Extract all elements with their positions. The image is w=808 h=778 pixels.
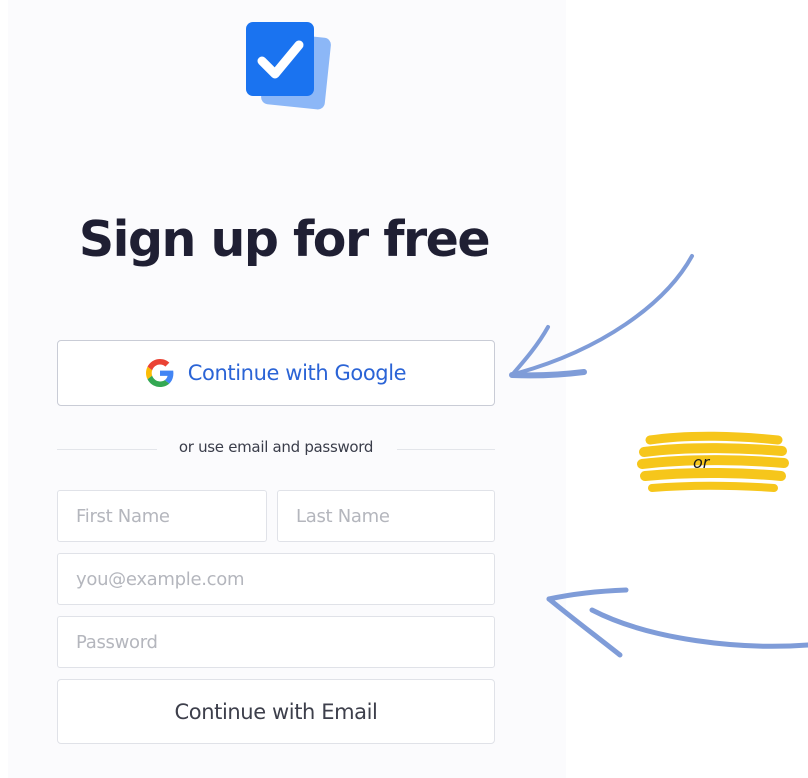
or-annotation-label: or xyxy=(693,453,710,472)
last-name-field[interactable] xyxy=(277,490,495,542)
continue-with-email-button[interactable]: Continue with Email xyxy=(57,679,495,744)
email-field[interactable] xyxy=(57,553,495,605)
continue-with-google-button[interactable]: Continue with Google xyxy=(57,340,495,406)
first-name-field[interactable] xyxy=(57,490,267,542)
password-field[interactable] xyxy=(57,616,495,668)
arrow-to-email-form-icon xyxy=(546,587,808,658)
divider: or use email and password xyxy=(57,437,495,461)
divider-text: or use email and password xyxy=(178,438,374,456)
google-g-icon xyxy=(145,359,174,387)
google-button-label: Continue with Google xyxy=(187,361,407,385)
app-logo-icon xyxy=(246,22,331,110)
highlight-scribble-icon xyxy=(637,431,789,492)
divider-line-right xyxy=(397,449,495,450)
page-title: Sign up for free xyxy=(78,211,491,268)
